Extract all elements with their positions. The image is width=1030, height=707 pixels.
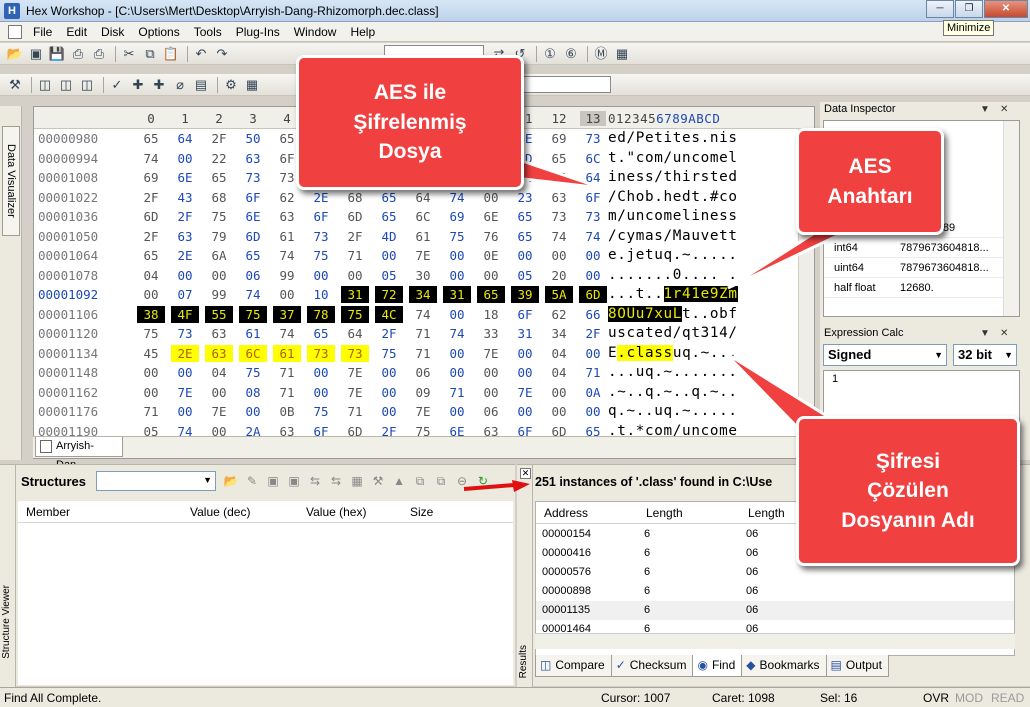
callout-decrypted-name-text: Şifresi Çözülen Dosyanın Adı [841,449,975,532]
red-arrow-head [512,480,530,492]
callout-aes-key-text: AES Anahtarı [827,155,913,208]
callout-decrypted-name: Şifresi Çözülen Dosyanın Adı [796,416,1020,566]
callout-aes-file: AES ile Şifrelenmiş Dosya [296,55,524,190]
red-arrow-shaft [463,483,515,491]
callout-aes-file-text: AES ile Şifrelenmiş Dosya [353,81,467,164]
callout-aes-key: AES Anahtarı [796,128,944,235]
minimize-tooltip: Minimize [943,20,995,36]
red-arrow-icon [463,480,530,492]
